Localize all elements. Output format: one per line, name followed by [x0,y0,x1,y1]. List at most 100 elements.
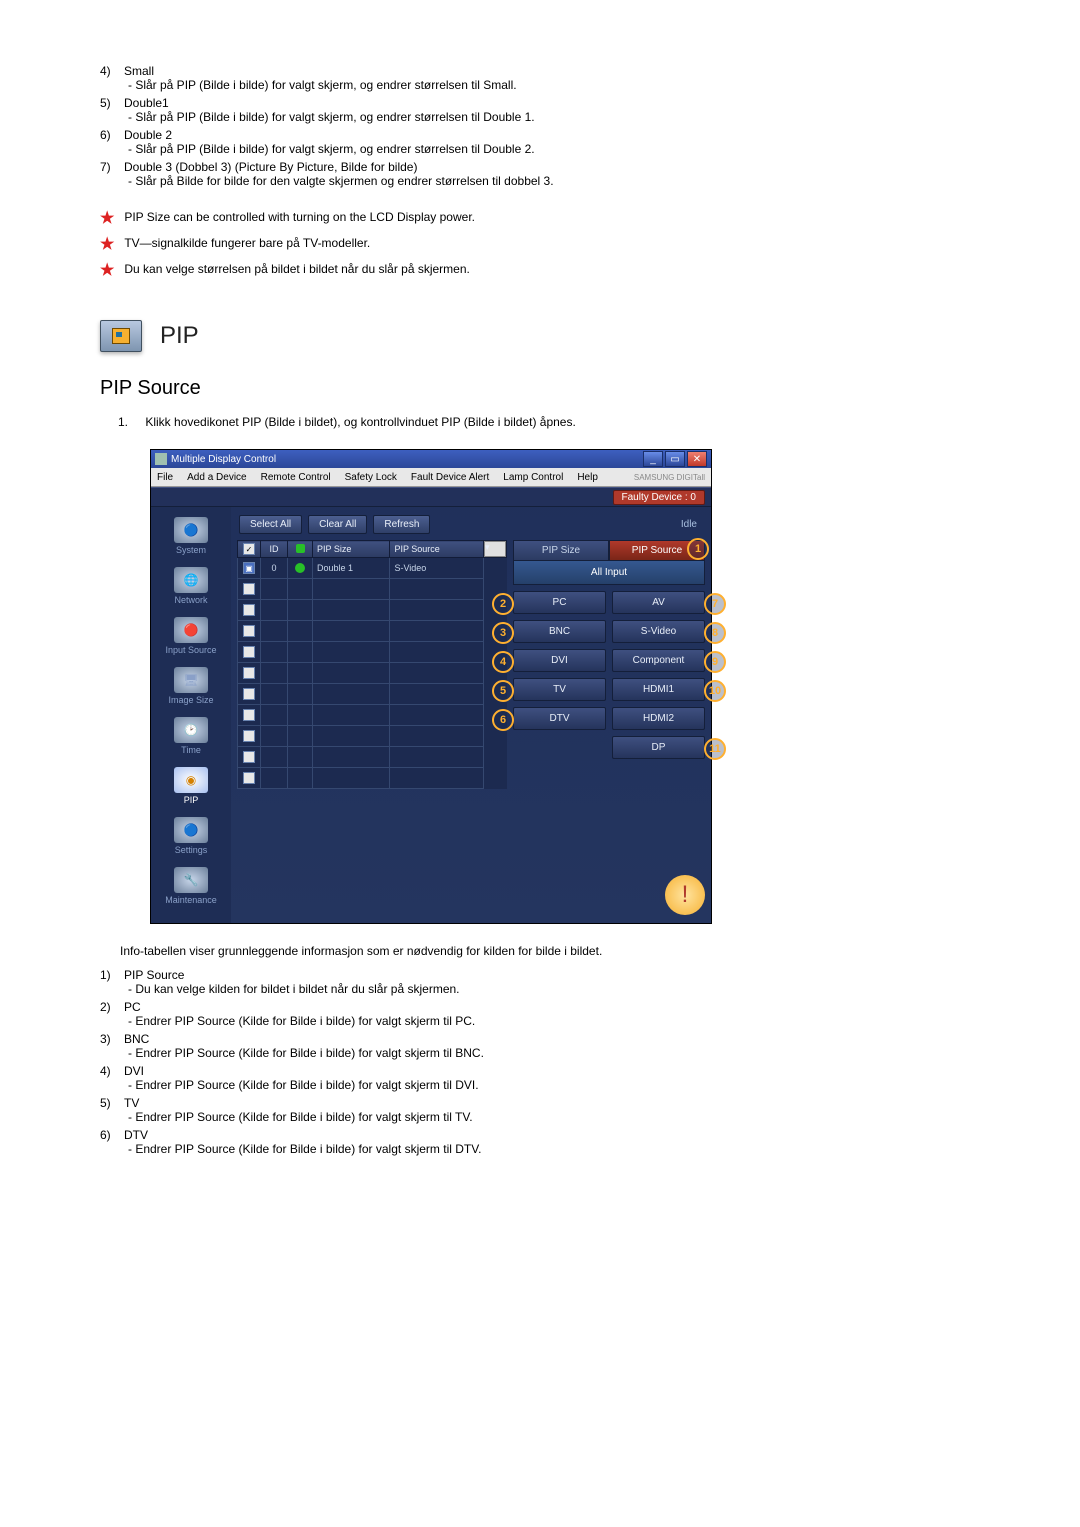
callout-7: 7 [704,593,726,615]
table-row[interactable] [238,579,507,600]
settings-icon [174,817,208,843]
list-item: 5)Double1- Slår på PIP (Bilde i bilde) f… [100,96,980,124]
pip-icon [100,320,142,352]
menu-item[interactable]: Help [577,472,598,483]
star-icon: ★ [100,236,114,253]
sidebar-item-label: PIP [151,795,231,805]
sidebar-item-network[interactable]: Network [151,567,231,605]
toolbar: Select All Clear All Refresh Idle [231,507,711,540]
table-row[interactable]: ▣0Double 1S-Video [238,558,507,579]
network-icon [174,567,208,593]
sidebar-item-label: Network [151,595,231,605]
col-check[interactable]: ✓ [238,541,261,558]
table-row[interactable] [238,747,507,768]
source-btn-hdmi2[interactable]: HDMI2 [612,707,705,730]
table-row[interactable] [238,726,507,747]
sidebar-item-pip[interactable]: PIP [151,767,231,805]
menubar: File Add a Device Remote Control Safety Loc… [151,468,711,487]
titlebar[interactable]: Multiple Display Control _ ▭ ✕ [151,450,711,468]
col-status[interactable] [288,541,313,558]
clear-all-button[interactable]: Clear All [308,515,367,534]
pip-header: PIP [100,320,980,352]
idle-label: Idle [681,519,697,530]
list-item: 6)Double 2- Slår på PIP (Bilde i bilde) … [100,128,980,156]
source-btn-pc[interactable]: PC2 [513,591,606,614]
callout-3: 3 [492,622,514,644]
section-title: PIP Source [100,377,980,400]
sidebar-item-label: Input Source [151,645,231,655]
sidebar-item-label: Maintenance [151,895,231,905]
statusbar: Faulty Device : 0 [151,487,711,507]
tab-pip-size[interactable]: PIP Size [513,540,609,561]
source-btn-dtv[interactable]: DTV6 [513,707,606,730]
all-input-header: All Input [513,561,705,585]
system-icon [174,517,208,543]
callout-11: 11 [704,738,726,760]
refresh-button[interactable]: Refresh [373,515,430,534]
col-id[interactable]: ID [261,541,288,558]
select-all-button[interactable]: Select All [239,515,302,534]
source-btn-dp[interactable]: DP11 [612,736,705,759]
close-button[interactable]: ✕ [687,451,707,467]
menu-item[interactable]: File [157,472,173,483]
sidebar-item-maint[interactable]: Maintenance [151,867,231,905]
maximize-button[interactable]: ▭ [665,451,685,467]
table-row[interactable] [238,642,507,663]
menu-item[interactable]: Add a Device [187,472,246,483]
source-btn-bnc[interactable]: BNC3 [513,620,606,643]
menu-item[interactable]: Safety Lock [345,472,397,483]
source-btn-hdmi1[interactable]: HDMI110 [612,678,705,701]
source-btn-s-video[interactable]: S-Video8 [612,620,705,643]
menu-item[interactable]: Lamp Control [503,472,563,483]
source-btn-dvi[interactable]: DVI4 [513,649,606,672]
table-row[interactable] [238,663,507,684]
faulty-badge: Faulty Device : 0 [613,490,705,505]
maint-icon [174,867,208,893]
list-item: 5)TV- Endrer PIP Source (Kilde for Bilde… [100,1096,980,1124]
image-icon [174,667,208,693]
star-note: ★PIP Size can be controlled with turning… [100,208,980,228]
intro-line: 1. Klikk hovedikonet PIP (Bilde i bildet… [118,415,980,429]
minimize-button[interactable]: _ [643,451,663,467]
info-text: Info-tabellen viser grunnleggende inform… [120,944,980,958]
sidebar-item-input[interactable]: Input Source [151,617,231,655]
table-row[interactable] [238,768,507,789]
list-item: 2)PC- Endrer PIP Source (Kilde for Bilde… [100,1000,980,1028]
list-item: 3)BNC- Endrer PIP Source (Kilde for Bild… [100,1032,980,1060]
brand-label: SAMSUNG DIGITall [634,473,705,482]
data-grid: ✓ ID PIP Size PIP Source ▴▾ ▣0Double 1S-… [237,540,507,915]
right-panel: PIP Size PIP Source 1 All Input PC2BNC3D… [513,540,705,915]
sidebar-item-time[interactable]: Time [151,717,231,755]
time-icon [174,717,208,743]
source-btn-component[interactable]: Component9 [612,649,705,672]
star-note: ★TV—signalkilde fungerer bare på TV-mode… [100,234,980,254]
scrollbar[interactable]: ▴▾ [484,541,507,558]
star-note: ★Du kan velge størrelsen på bildet i bil… [100,260,980,280]
callout-2: 2 [492,593,514,615]
sidebar-item-image[interactable]: Image Size [151,667,231,705]
list-item: 7)Double 3 (Dobbel 3) (Picture By Pictur… [100,160,980,188]
table-row[interactable] [238,705,507,726]
menu-item[interactable]: Fault Device Alert [411,472,489,483]
table-row[interactable] [238,621,507,642]
menu-item[interactable]: Remote Control [261,472,331,483]
app-icon [155,453,167,465]
source-btn-av[interactable]: AV7 [612,591,705,614]
callout-5: 5 [492,680,514,702]
table-row[interactable] [238,684,507,705]
table-row[interactable] [238,600,507,621]
sidebar: System Network Input Source Image Size Time P… [151,507,231,923]
source-btn-tv[interactable]: TV5 [513,678,606,701]
pip-header-label: PIP [160,322,199,350]
col-pip-source[interactable]: PIP Source [390,541,484,558]
sidebar-item-system[interactable]: System [151,517,231,555]
star-icon: ★ [100,210,114,227]
star-icon: ★ [100,262,114,279]
col-pip-size[interactable]: PIP Size [313,541,390,558]
bottom-list: 1)PIP Source- Du kan velge kilden for bi… [100,968,980,1156]
top-list: 4)Small- Slår på PIP (Bilde i bilde) for… [100,64,980,188]
list-item: 4)Small- Slår på PIP (Bilde i bilde) for… [100,64,980,92]
pip-icon [174,767,208,793]
sidebar-item-settings[interactable]: Settings [151,817,231,855]
sidebar-item-label: Image Size [151,695,231,705]
